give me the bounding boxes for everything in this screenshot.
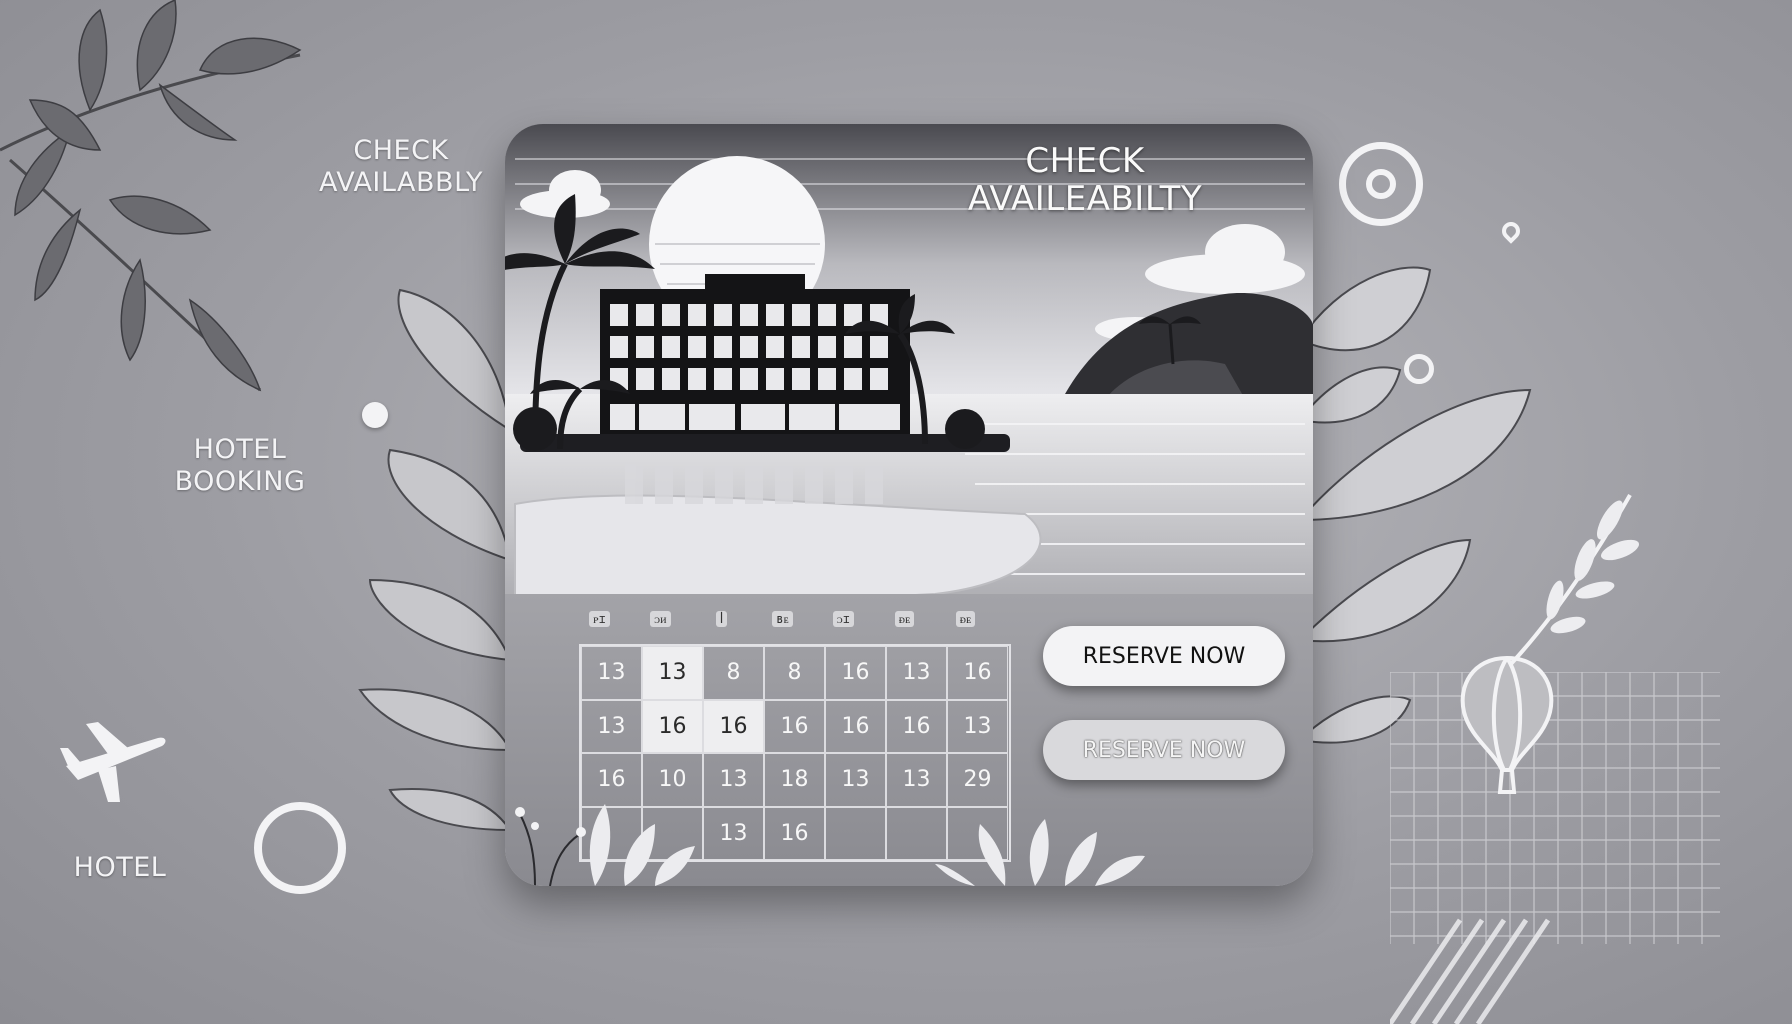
- calendar-day[interactable]: 13: [947, 699, 1008, 753]
- calendar-day-selected[interactable]: 16: [703, 699, 764, 753]
- weekday-label: ᴆᴇ: [874, 611, 935, 627]
- weekday-header: ᴘɪ ᴐᴎ ꟾ ʙᴇ ᴐɪ ᴆᴇ ᴆᴇ: [569, 611, 999, 627]
- calendar-day[interactable]: 16: [886, 699, 947, 753]
- calendar-day[interactable]: 13: [886, 646, 947, 700]
- weekday-label: ᴘɪ: [569, 611, 630, 627]
- foreground-plants-decoration: [515, 804, 1145, 886]
- calendar-day[interactable]: 16: [825, 646, 886, 700]
- fern-decoration: [1508, 494, 1639, 667]
- target-icon: [1339, 142, 1423, 226]
- weekday-label: ʙᴇ: [752, 611, 813, 627]
- check-availability-side-label: CHECK AVAILABBLY: [318, 135, 484, 198]
- ring-small-decoration: [1404, 354, 1434, 384]
- check-availability-title: CHECK AVAILEABILTY: [967, 141, 1203, 219]
- calendar-day[interactable]: 13: [581, 646, 642, 700]
- hotel-side-label: HOTEL: [73, 852, 167, 883]
- weekday-label: ᴐᴎ: [630, 611, 691, 627]
- ring-decoration: [254, 802, 346, 894]
- hotel-booking-side-label: HOTEL BOOKING: [174, 434, 306, 497]
- stripes-decoration: [1390, 918, 1551, 1024]
- calendar-day[interactable]: 16: [825, 699, 886, 753]
- calendar-day[interactable]: 13: [581, 699, 642, 753]
- leaf-branch-decoration: [0, 0, 302, 392]
- calendar-day-selected[interactable]: 13: [642, 646, 703, 700]
- calendar-day[interactable]: 8: [764, 646, 825, 700]
- reserve-now-button[interactable]: RESERVE NOW: [1043, 626, 1285, 686]
- calendar-day-selected[interactable]: 16: [642, 699, 703, 753]
- calendar-day[interactable]: 8: [703, 646, 764, 700]
- weekday-label: ꟾ: [691, 611, 752, 627]
- left-leaves-decoration: [358, 288, 512, 832]
- hot-air-balloon-icon: [1460, 655, 1554, 794]
- airplane-icon: [60, 722, 166, 802]
- calendar-day[interactable]: 16: [764, 699, 825, 753]
- calendar-day[interactable]: 16: [947, 646, 1008, 700]
- weekday-label: ᴆᴇ: [935, 611, 996, 627]
- availability-card: CHECK AVAILEABILTY ᴘɪ ᴐᴎ ꟾ ʙᴇ ᴐɪ ᴆᴇ ᴆᴇ 1…: [505, 124, 1313, 886]
- weekday-label: ᴐɪ: [813, 611, 874, 627]
